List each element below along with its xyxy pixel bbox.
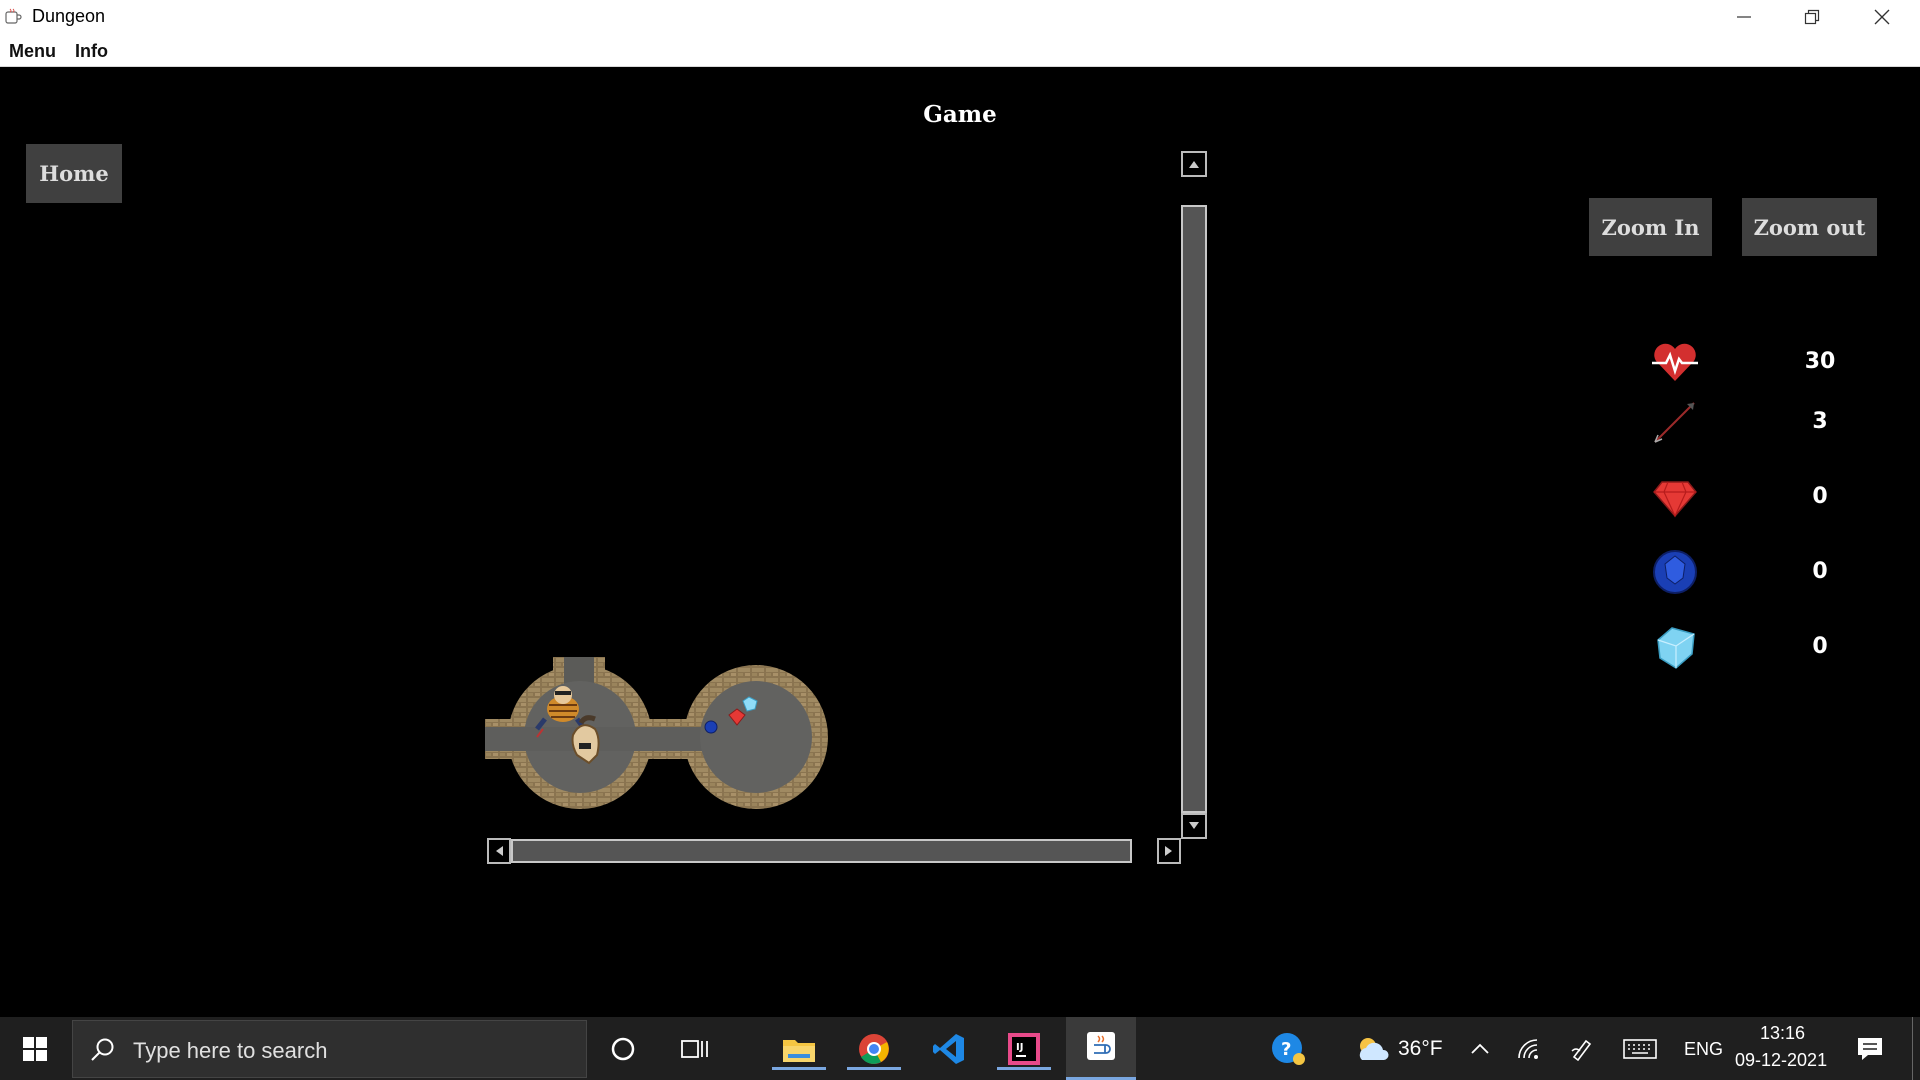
health-value: 30 bbox=[1804, 349, 1836, 374]
input-language[interactable]: ENG bbox=[1684, 1039, 1723, 1060]
clock-date: 09-12-2021 bbox=[1735, 1050, 1828, 1070]
home-button[interactable]: Home bbox=[26, 144, 122, 203]
svg-text:IJ: IJ bbox=[1016, 1042, 1023, 1053]
pen-icon bbox=[1571, 1039, 1592, 1061]
weather-button[interactable] bbox=[1350, 1027, 1394, 1071]
stat-sapphires: 0 bbox=[1640, 547, 1840, 607]
minimize-button[interactable] bbox=[1710, 0, 1778, 34]
zoom-in-button[interactable]: Zoom In bbox=[1589, 198, 1712, 256]
scroll-up-button[interactable] bbox=[1181, 151, 1207, 177]
window-title: Dungeon bbox=[32, 6, 106, 26]
network-button[interactable] bbox=[1507, 1027, 1551, 1071]
arrows-value: 3 bbox=[1812, 409, 1828, 434]
restore-button[interactable] bbox=[1778, 0, 1846, 34]
java-app-taskbar-button[interactable] bbox=[1066, 1017, 1136, 1080]
vertical-scroll-track[interactable] bbox=[1181, 205, 1207, 813]
clock[interactable]: 13:16 09-12-2021 bbox=[1732, 1023, 1832, 1075]
windows-icon bbox=[23, 1037, 47, 1061]
dungeon-map[interactable] bbox=[485, 657, 835, 817]
show-desktop-button[interactable] bbox=[1912, 1017, 1920, 1080]
chrome-button[interactable] bbox=[847, 1027, 901, 1071]
rubies-value: 0 bbox=[1812, 484, 1828, 509]
map-sapphire-icon bbox=[704, 720, 718, 734]
heart-icon bbox=[1652, 343, 1698, 381]
folder-icon bbox=[783, 1040, 815, 1062]
zoom-out-button[interactable]: Zoom out bbox=[1742, 198, 1877, 256]
weather-icon bbox=[1359, 1038, 1389, 1060]
intellij-button[interactable]: IJ bbox=[997, 1027, 1051, 1071]
triangle-down-icon bbox=[1189, 822, 1199, 829]
menu-menu[interactable]: Menu bbox=[9, 41, 56, 62]
intellij-icon: IJ bbox=[1008, 1033, 1040, 1065]
show-hidden-icons-button[interactable] bbox=[1458, 1027, 1502, 1071]
task-view-button[interactable] bbox=[673, 1027, 717, 1071]
wifi-icon bbox=[1518, 1039, 1538, 1059]
minimize-icon bbox=[1737, 16, 1751, 18]
cortana-button[interactable] bbox=[601, 1027, 645, 1071]
clock-time: 13:16 bbox=[1760, 1023, 1806, 1043]
close-icon bbox=[1874, 9, 1890, 25]
stat-diamonds: 0 bbox=[1640, 622, 1840, 682]
diamond-icon bbox=[1657, 627, 1695, 669]
taskbar: Type here to search IJ ? 36°F ENG 13:16 … bbox=[0, 1017, 1920, 1080]
java-app-icon bbox=[5, 8, 22, 24]
restore-icon bbox=[1804, 9, 1820, 25]
scroll-right-button[interactable] bbox=[1157, 838, 1181, 864]
scroll-down-button[interactable] bbox=[1181, 813, 1207, 839]
search-box[interactable]: Type here to search bbox=[72, 1020, 587, 1078]
search-icon bbox=[91, 1038, 114, 1061]
help-icon: ? bbox=[1272, 1033, 1305, 1065]
weather-temperature: 36°F bbox=[1398, 1037, 1443, 1060]
keyboard-icon bbox=[1623, 1039, 1657, 1059]
sapphire-icon bbox=[1653, 550, 1697, 594]
sapphires-value: 0 bbox=[1812, 559, 1828, 584]
task-view-icon bbox=[681, 1040, 708, 1058]
menu-bar: Menu Info bbox=[0, 34, 1920, 67]
notifications-button[interactable] bbox=[1848, 1027, 1892, 1071]
title-bar: Dungeon bbox=[0, 0, 1920, 34]
diamonds-value: 0 bbox=[1812, 634, 1828, 659]
java-icon bbox=[1087, 1032, 1115, 1060]
cortana-icon bbox=[611, 1037, 635, 1061]
vscode-icon bbox=[933, 1034, 964, 1064]
touch-keyboard-button[interactable] bbox=[1618, 1027, 1662, 1071]
triangle-right-icon bbox=[1165, 846, 1172, 856]
game-panel: Game Home Zoom In Zoom out 30 3 0 0 0 bbox=[0, 67, 1920, 1017]
triangle-up-icon bbox=[1189, 161, 1199, 168]
start-button[interactable] bbox=[13, 1027, 57, 1071]
menu-info[interactable]: Info bbox=[75, 41, 108, 62]
arrow-icon bbox=[1654, 402, 1695, 443]
chrome-icon bbox=[859, 1034, 889, 1064]
stat-rubies: 0 bbox=[1640, 472, 1840, 532]
help-button[interactable]: ? bbox=[1266, 1027, 1310, 1071]
notification-icon bbox=[1858, 1038, 1882, 1060]
close-button[interactable] bbox=[1848, 0, 1916, 34]
dungeon-tiles bbox=[485, 657, 828, 809]
svg-text:?: ? bbox=[1281, 1039, 1291, 1060]
search-placeholder: Type here to search bbox=[133, 1038, 328, 1063]
file-explorer-button[interactable] bbox=[772, 1027, 826, 1071]
game-title: Game bbox=[923, 101, 997, 128]
chevron-up-icon bbox=[1471, 1043, 1489, 1054]
scroll-left-button[interactable] bbox=[487, 838, 511, 864]
vscode-button[interactable] bbox=[927, 1027, 971, 1071]
triangle-left-icon bbox=[496, 846, 503, 856]
stat-arrows: 3 bbox=[1640, 397, 1840, 457]
horizontal-scroll-thumb[interactable] bbox=[511, 839, 1132, 863]
ruby-icon bbox=[1653, 481, 1697, 518]
stat-health: 30 bbox=[1640, 337, 1840, 397]
pen-button[interactable] bbox=[1560, 1027, 1604, 1071]
